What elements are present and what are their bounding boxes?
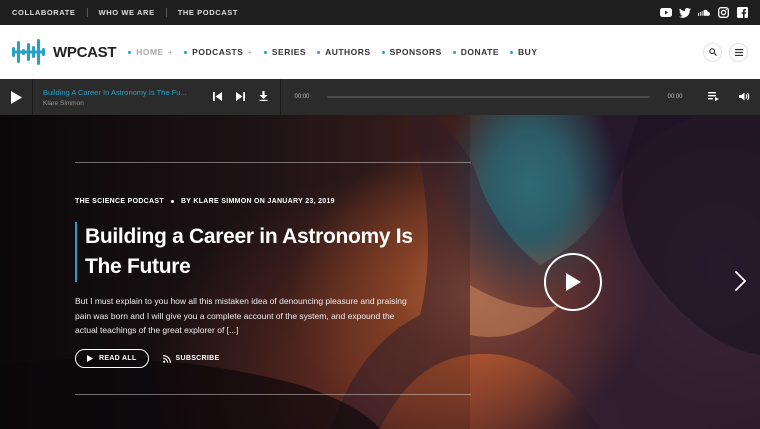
category-link[interactable]: THE SCIENCE PODCAST xyxy=(75,198,164,205)
play-icon xyxy=(566,273,581,291)
social-links xyxy=(660,7,748,19)
hamburger-icon xyxy=(734,48,743,56)
post-title[interactable]: Building a Career in Astronomy Is The Fu… xyxy=(75,222,435,282)
top-nav: COLLABORATE WHO WE ARE THE PODCAST xyxy=(12,8,238,17)
menu-button[interactable] xyxy=(729,42,748,62)
divider xyxy=(280,79,281,115)
facebook-icon[interactable] xyxy=(736,7,748,19)
search-button[interactable] xyxy=(703,42,722,62)
top-link-collaborate[interactable]: COLLABORATE xyxy=(12,8,76,17)
play-icon xyxy=(87,355,93,362)
nav-dot xyxy=(510,50,514,54)
header-actions xyxy=(703,42,748,62)
top-link-who-we-are[interactable]: WHO WE ARE xyxy=(99,8,155,17)
divider xyxy=(75,394,471,395)
plus-icon: + xyxy=(247,47,253,57)
volume-button[interactable] xyxy=(739,88,750,106)
player-extras xyxy=(708,88,760,106)
playlist-button[interactable] xyxy=(708,88,719,106)
top-bar: COLLABORATE WHO WE ARE THE PODCAST xyxy=(0,0,760,25)
skip-next-icon xyxy=(236,92,245,101)
nav-dot xyxy=(381,50,385,54)
nav-item-label: HOME xyxy=(136,47,164,57)
main-nav: HOME + PODCASTS + SERIES AUTHORS SPONSOR… xyxy=(128,47,537,57)
play-icon xyxy=(10,90,22,104)
rss-icon xyxy=(162,354,171,363)
post-title-line-1: Building a Career in Astronomy Is xyxy=(85,225,413,248)
nav-dot xyxy=(452,50,456,54)
post-title-line-2: The Future xyxy=(85,255,191,278)
chevron-right-icon xyxy=(735,271,746,291)
nav-dot xyxy=(317,50,321,54)
volume-icon xyxy=(739,92,750,101)
instagram-icon[interactable] xyxy=(717,7,729,19)
site-header: WPCAST HOME + PODCASTS + SERIES AUTHORS … xyxy=(0,25,760,79)
post-actions: READ ALL SUBSCRIBE xyxy=(75,349,219,368)
episode-play-button[interactable] xyxy=(544,253,602,311)
divider xyxy=(165,8,167,17)
read-all-label: READ ALL xyxy=(99,355,137,362)
hero-slide: THE SCIENCE PODCAST BY KLARE SIMMON ON J… xyxy=(0,115,760,429)
track-author: Klare Simmon xyxy=(43,99,84,107)
post-meta: THE SCIENCE PODCAST BY KLARE SIMMON ON J… xyxy=(75,198,335,205)
progress-bar[interactable] xyxy=(327,96,650,98)
time-current: 00:00 xyxy=(294,94,310,100)
soundcloud-icon[interactable] xyxy=(698,7,710,19)
nav-item-sponsors[interactable]: SPONSORS xyxy=(381,47,442,57)
nav-item-donate[interactable]: DONATE xyxy=(452,47,500,57)
subscribe-label: SUBSCRIBE xyxy=(175,355,220,362)
nav-item-home[interactable]: HOME + xyxy=(128,47,173,57)
meta-bullet xyxy=(170,200,174,203)
twitter-icon[interactable] xyxy=(679,7,691,19)
time-total: 00:00 xyxy=(667,94,683,100)
nav-item-label: PODCASTS xyxy=(192,47,244,57)
search-icon xyxy=(708,48,717,56)
nav-item-authors[interactable]: AUTHORS xyxy=(317,47,371,57)
slider-next-button[interactable] xyxy=(734,271,746,296)
nav-dot xyxy=(184,50,188,54)
byline: BY KLARE SIMMON ON JANUARY 23, 2019 xyxy=(180,198,335,205)
nav-item-label: DONATE xyxy=(460,47,500,57)
top-link-the-podcast[interactable]: THE PODCAST xyxy=(178,8,238,17)
track-info: Building A Career In Astronomy Is The Fu… xyxy=(33,88,193,107)
nav-dot xyxy=(263,50,267,54)
nav-item-series[interactable]: SERIES xyxy=(263,47,307,57)
logo-text: WPCAST xyxy=(53,43,117,61)
nav-item-label: SERIES xyxy=(271,47,307,57)
read-all-button[interactable]: READ ALL xyxy=(75,349,149,368)
download-icon xyxy=(259,91,268,101)
nav-item-podcasts[interactable]: PODCASTS + xyxy=(184,47,253,57)
playlist-icon xyxy=(708,92,719,101)
divider xyxy=(86,8,88,17)
audio-player: Building A Career In Astronomy Is The Fu… xyxy=(0,79,760,115)
track-title[interactable]: Building A Career In Astronomy Is The Fu… xyxy=(43,88,193,97)
post-excerpt: But I must explain to you how all this m… xyxy=(75,296,407,335)
waveform-logo-icon xyxy=(12,39,45,65)
previous-button[interactable] xyxy=(213,88,222,106)
youtube-icon[interactable] xyxy=(660,7,672,19)
download-button[interactable] xyxy=(259,88,268,106)
nav-dot xyxy=(128,50,132,54)
player-play-button[interactable] xyxy=(0,79,33,115)
divider xyxy=(75,162,471,163)
player-controls xyxy=(213,79,280,115)
hero-content: THE SCIENCE PODCAST BY KLARE SIMMON ON J… xyxy=(75,115,475,429)
nav-item-label: AUTHORS xyxy=(325,47,371,57)
skip-previous-icon xyxy=(213,92,222,101)
plus-icon: + xyxy=(167,47,174,57)
nav-item-label: SPONSORS xyxy=(389,47,442,57)
site-logo[interactable]: WPCAST xyxy=(12,37,117,67)
nav-item-buy[interactable]: BUY xyxy=(510,47,537,57)
subscribe-button[interactable]: SUBSCRIBE xyxy=(162,354,220,363)
nav-item-label: BUY xyxy=(518,47,538,57)
next-button[interactable] xyxy=(236,88,245,106)
